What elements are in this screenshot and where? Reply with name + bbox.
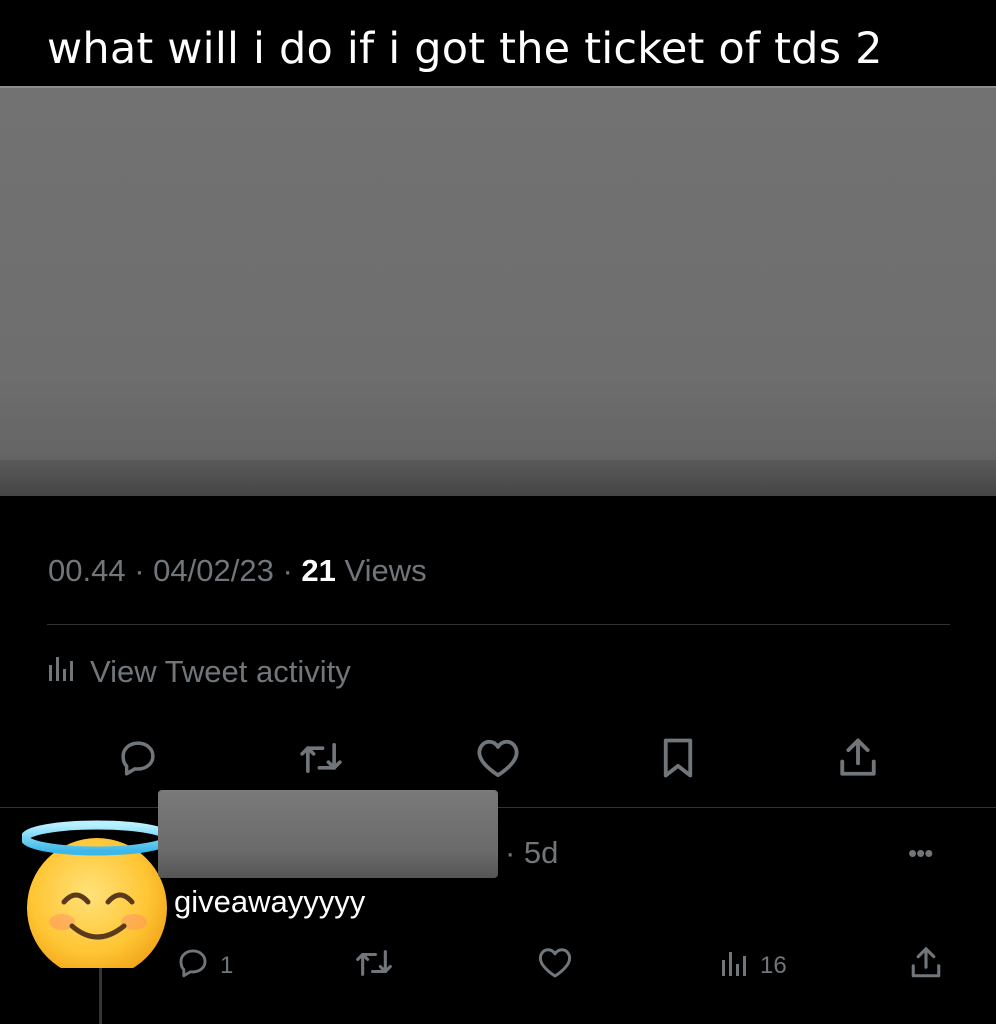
analytics-icon — [718, 948, 750, 985]
retweet-icon — [354, 946, 394, 987]
reply-icon — [176, 946, 210, 987]
meta-separator: · — [282, 553, 293, 588]
reply-text: giveawayyyyy — [174, 884, 366, 919]
reply-time: · 5d — [505, 835, 559, 870]
view-tweet-activity-link[interactable]: View Tweet activity — [48, 653, 351, 691]
reply-like-button[interactable] — [537, 944, 573, 988]
reply-retweet-button[interactable] — [354, 944, 394, 988]
redacted-username — [158, 790, 498, 878]
share-icon — [910, 946, 942, 987]
bookmark-icon — [660, 737, 696, 784]
reply-views-button[interactable]: 16 — [718, 944, 787, 988]
tweet-time: 00.44 — [48, 553, 126, 588]
reply-icon — [117, 737, 159, 784]
tweet-meta: 00.44 · 04/02/23 · 21 Views — [48, 553, 427, 589]
tweet-actions-bar — [0, 735, 996, 785]
bookmark-button[interactable] — [653, 735, 703, 785]
reply-share-button[interactable] — [910, 944, 942, 988]
more-options-icon[interactable]: ••• — [908, 838, 933, 869]
reply-actions-bar: 1 16 — [0, 944, 996, 988]
retweet-icon — [298, 738, 344, 783]
like-icon — [475, 737, 521, 784]
like-icon — [537, 946, 573, 986]
tweet-date: 04/02/23 — [153, 553, 274, 588]
divider — [0, 807, 996, 808]
redacted-gray-block — [0, 86, 996, 496]
share-button[interactable] — [833, 735, 883, 785]
reply-button[interactable] — [113, 735, 163, 785]
meta-separator: · — [134, 553, 145, 588]
analytics-icon — [48, 653, 74, 691]
activity-label: View Tweet activity — [90, 654, 351, 689]
reply-reply-button[interactable]: 1 — [176, 944, 233, 988]
views-label: Views — [344, 553, 427, 588]
divider — [47, 624, 950, 625]
retweet-button[interactable] — [296, 735, 346, 785]
reply-views-count: 16 — [760, 952, 787, 979]
share-icon — [838, 737, 878, 784]
views-count: 21 — [301, 553, 336, 588]
like-button[interactable] — [473, 735, 523, 785]
reply-count: 1 — [220, 952, 234, 979]
meme-caption: what will i do if i got the ticket of td… — [47, 24, 883, 74]
